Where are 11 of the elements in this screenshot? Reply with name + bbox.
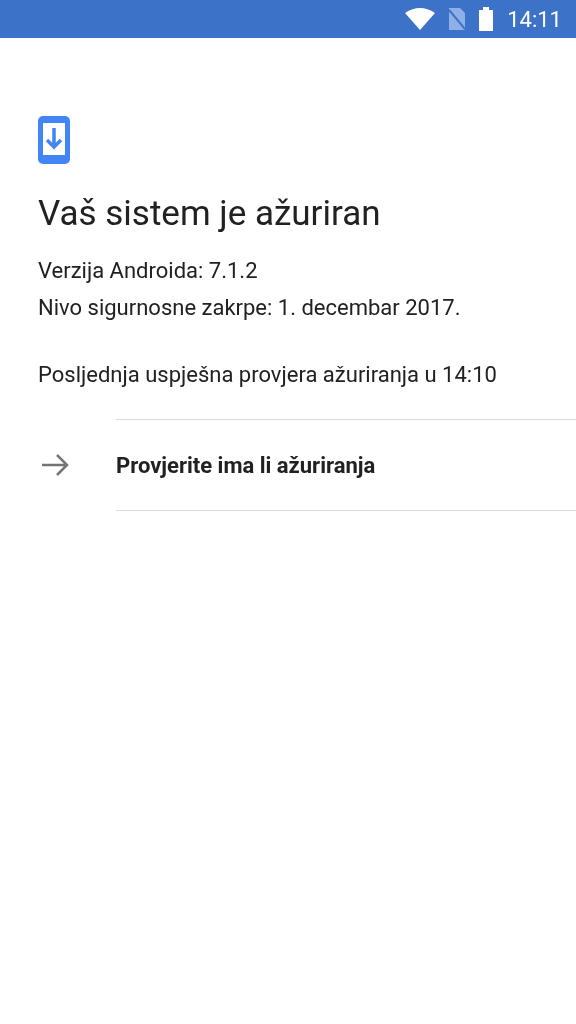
arrow-right-icon bbox=[40, 453, 70, 477]
status-time: 14:11 bbox=[507, 5, 562, 34]
wifi-icon bbox=[405, 8, 436, 30]
page-title: Vaš sistem je ažuriran bbox=[38, 192, 382, 236]
last-check-text: Posljednja uspješna provjera ažuriranja u 14:10 bbox=[38, 361, 498, 389]
no-sim-icon bbox=[449, 8, 466, 30]
battery-icon bbox=[479, 7, 494, 31]
check-updates-button[interactable]: Provjerite ima li ažuriranja bbox=[40, 420, 500, 510]
info-text: Nivo sigurnosne zakrpe: 1. decembar 2017. bbox=[38, 294, 462, 322]
info-text: Verzija Androida: 7.1.2 bbox=[38, 257, 259, 285]
phone-download-icon bbox=[38, 116, 70, 164]
